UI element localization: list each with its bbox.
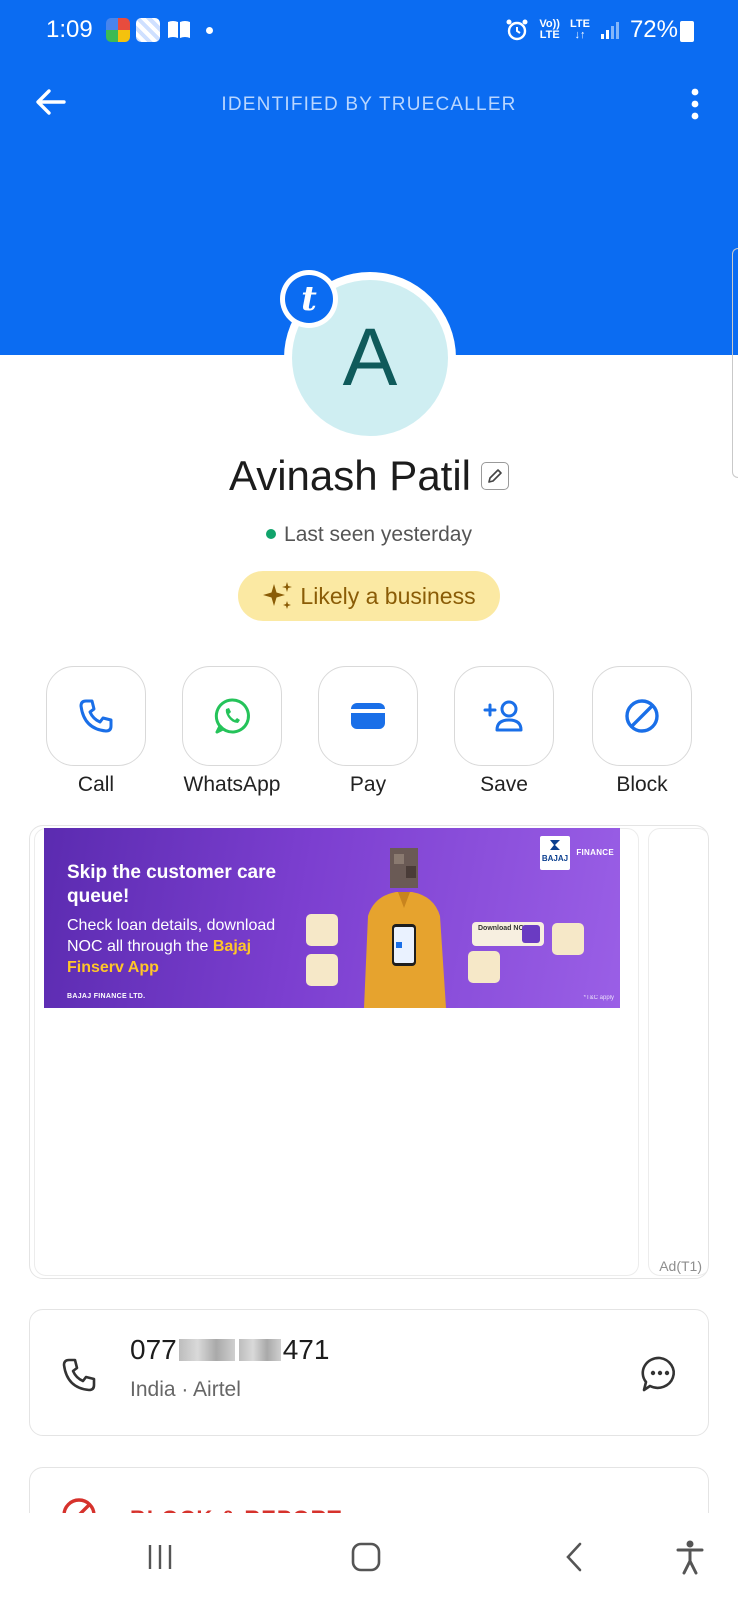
call-label: Call (77, 773, 115, 796)
volte-indicator: Vo)) LTE (539, 18, 560, 41)
ad-form-icon (468, 951, 500, 983)
top-app-bar: IDENTIFIED BY TRUECALLER (0, 75, 738, 135)
add-contact-icon (483, 700, 523, 732)
save-label: Save (480, 773, 528, 796)
lte-indicator: LTE ↓↑ (569, 18, 590, 41)
call-action[interactable]: Call (46, 666, 146, 797)
phone-number-card[interactable]: 077 471 India · Airtel (29, 1309, 709, 1436)
bajaj-logo: BAJAJ (540, 836, 570, 870)
ad-carousel[interactable]: Skip the customer care queue! Check loan… (29, 825, 709, 1279)
whatsapp-label: WhatsApp (183, 773, 281, 796)
ad-person-image (364, 848, 446, 1008)
ad-body: Check loan details, download NOC all thr… (67, 917, 276, 976)
sparkle-icon (263, 582, 293, 609)
ad-footer: BAJAJ FINANCE LTD. (67, 993, 146, 1000)
truecaller-badge: t (280, 270, 338, 328)
ad-document-icon (306, 914, 338, 946)
save-action[interactable]: Save (454, 666, 554, 797)
status-bar: 1:09 Vo)) LTE LTE ↓↑ 72% (0, 0, 738, 62)
alarm-icon (506, 19, 528, 41)
phone-icon (79, 699, 113, 733)
ad-label: Ad(T1) (659, 1258, 702, 1274)
system-nav-bar (0, 1513, 738, 1600)
block-action[interactable]: Block (592, 666, 692, 797)
back-nav-button[interactable] (554, 1539, 594, 1575)
accessibility-button[interactable] (670, 1539, 710, 1575)
business-chip[interactable]: Likely a business (238, 571, 500, 621)
accessibility-icon (676, 1540, 704, 1575)
block-label: Block (616, 773, 668, 796)
ad-certificate-icon (552, 923, 584, 955)
redacted-digits (238, 1339, 281, 1361)
edge-panel-handle[interactable] (732, 248, 738, 478)
recent-apps-button[interactable] (140, 1539, 180, 1575)
status-dot-icon (266, 529, 277, 539)
home-icon (351, 1542, 381, 1572)
block-button[interactable] (592, 666, 692, 766)
pay-label: Pay (349, 773, 387, 796)
pay-action[interactable]: Pay (318, 666, 418, 797)
phone-icon (62, 1358, 96, 1392)
ad-download-chip: Download NOC (472, 922, 544, 946)
whatsapp-icon (214, 698, 250, 734)
ad-coins-icon (306, 954, 338, 986)
status-indicators: Vo)) LTE LTE ↓↑ 72% (505, 16, 678, 44)
blurred-notification-icon (136, 18, 160, 42)
quick-actions: Call WhatsApp Pay Save Block (46, 666, 692, 796)
app-notification-icon (106, 18, 130, 42)
message-icon[interactable] (640, 1354, 680, 1394)
business-chip-label: Likely a business (300, 582, 476, 609)
ad-banner[interactable]: Skip the customer care queue! Check loan… (44, 828, 620, 1008)
truecaller-logo-icon: t (285, 275, 333, 323)
ad-logo-text: FINANCE (576, 848, 614, 857)
battery-icon (680, 21, 694, 42)
more-notifications-dot (206, 26, 213, 34)
more-options-button[interactable] (688, 87, 702, 121)
header-title: IDENTIFIED BY TRUECALLER (221, 94, 517, 115)
book-icon (168, 21, 190, 38)
phone-number[interactable]: 077 471 (130, 1334, 329, 1366)
download-icon (522, 925, 540, 943)
call-button[interactable] (46, 666, 146, 766)
carrier-info: India · Airtel (130, 1378, 241, 1401)
home-button[interactable] (346, 1539, 386, 1575)
ad-next-slot[interactable] (648, 828, 708, 1276)
last-seen-text: Last seen yesterday (284, 523, 472, 546)
edit-name-button[interactable] (481, 462, 510, 490)
ad-terms: *T&C apply (583, 995, 614, 1001)
redacted-digits (178, 1339, 235, 1361)
recents-icon (148, 1545, 172, 1569)
pay-button[interactable] (318, 666, 418, 766)
last-seen-status: Last seen yesterday (0, 523, 738, 547)
block-icon (625, 699, 659, 733)
whatsapp-button[interactable] (182, 666, 282, 766)
notification-icons (106, 18, 213, 42)
bajaj-mark-icon (550, 840, 560, 850)
save-button[interactable] (454, 666, 554, 766)
status-time: 1:09 (46, 16, 93, 43)
whatsapp-action[interactable]: WhatsApp (182, 666, 282, 797)
wallet-icon (351, 703, 385, 729)
contact-name: Avinash Patil (228, 452, 472, 499)
ad-headline: Skip the customer care queue! (67, 862, 277, 907)
signal-icon (600, 22, 619, 39)
pencil-icon (488, 469, 502, 483)
name-row: Avinash Patil (0, 452, 738, 500)
contact-details-screen: 1:09 Vo)) LTE LTE ↓↑ 72% IDENTIFIED BY T… (0, 0, 738, 1600)
battery-percent: 72% (629, 16, 678, 43)
chevron-left-icon (566, 1542, 582, 1572)
